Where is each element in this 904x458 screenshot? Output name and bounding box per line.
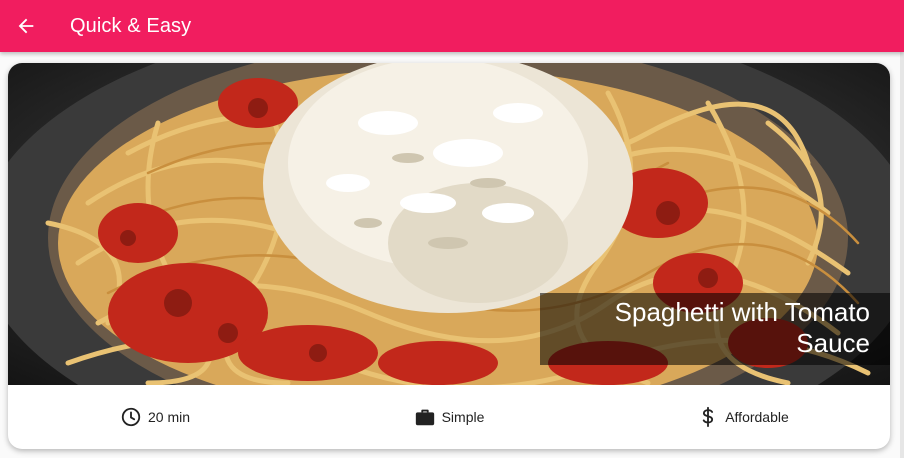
affordability-text: Affordable: [725, 409, 789, 425]
clock-icon: [121, 407, 141, 427]
recipe-title-overlay: Spaghetti with Tomato Sauce: [540, 293, 890, 365]
page-title: Quick & Easy: [70, 14, 192, 37]
spaghetti-photo: Spaghetti with Tomato Sauce: [8, 63, 890, 385]
briefcase-icon: [415, 409, 434, 426]
app-bar: Quick & Easy: [0, 0, 904, 52]
recipe-title: Spaghetti with Tomato Sauce: [614, 297, 870, 358]
recipe-meta-row: 20 min Simple Affordable: [8, 385, 890, 449]
window-edge: [900, 0, 904, 458]
dollar-icon: [702, 406, 714, 428]
duration-info: 20 min: [8, 406, 302, 428]
recipe-card[interactable]: Spaghetti with Tomato Sauce 20 min Simpl…: [8, 63, 890, 449]
complexity-text: Simple: [441, 409, 485, 425]
affordability-info: Affordable: [596, 406, 890, 428]
complexity-info: Simple: [302, 406, 596, 428]
duration-text: 20 min: [147, 409, 191, 425]
back-button[interactable]: [0, 0, 52, 52]
arrow-back-icon: [18, 18, 34, 34]
